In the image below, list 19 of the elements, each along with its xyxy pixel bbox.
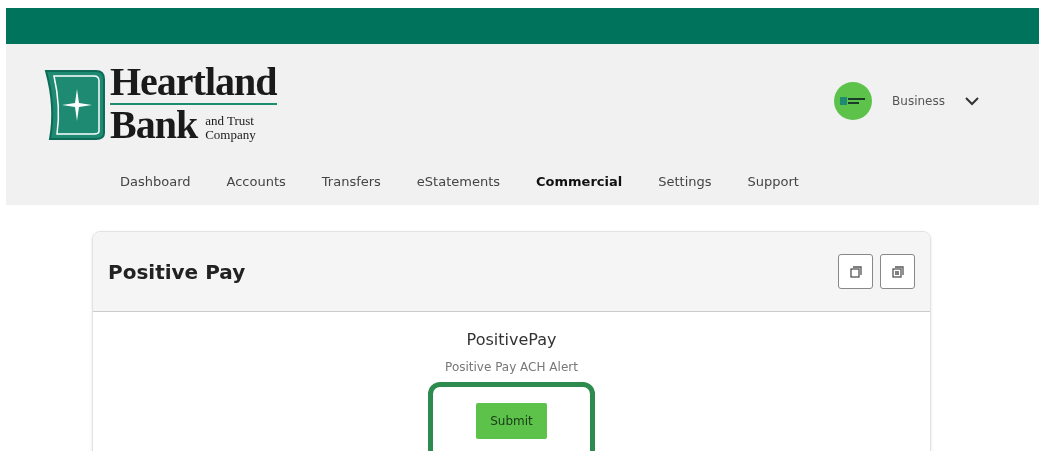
logo-tagline: Company [205, 128, 256, 142]
nav-tab[interactable]: Dashboard [120, 171, 191, 191]
submit-button[interactable]: Submit [476, 403, 547, 439]
card-title: Positive Pay [108, 258, 246, 286]
nav-tab[interactable]: Accounts [226, 171, 286, 191]
account-name[interactable]: Business [892, 92, 945, 110]
nav-tab[interactable]: Commercial [536, 171, 623, 191]
logo-name: Bank [110, 105, 198, 145]
nav-tab[interactable]: Settings [658, 171, 712, 191]
avatar[interactable] [834, 82, 873, 120]
form-heading: PositivePay [466, 329, 557, 351]
nav-tab[interactable]: Support [747, 171, 799, 191]
nav-tab[interactable]: eStatements [416, 171, 501, 191]
chevron-down-icon[interactable] [965, 96, 979, 106]
form-subheading: Positive Pay ACH Alert [445, 359, 578, 376]
logo-tagline: and Trust [205, 114, 255, 128]
logo-icon [840, 96, 867, 106]
nav-tab[interactable]: Transfers [321, 171, 381, 191]
logo-name: Heartland [110, 62, 277, 105]
